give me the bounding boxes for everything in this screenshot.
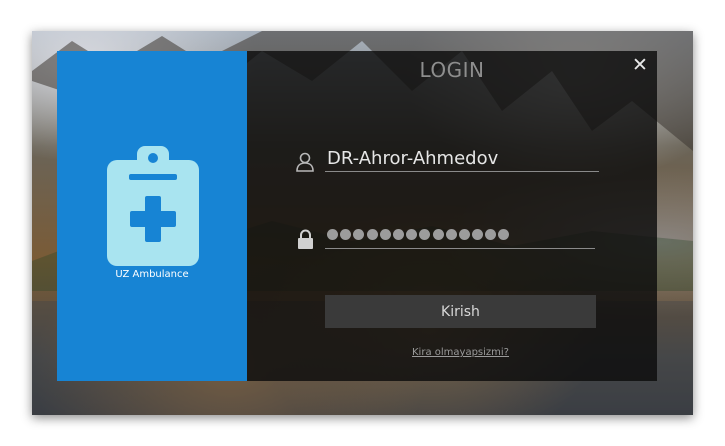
- medical-clipboard-icon: [107, 146, 199, 266]
- password-dot: [366, 229, 378, 240]
- password-dot: [392, 229, 404, 240]
- login-button[interactable]: Kirish: [325, 295, 596, 328]
- user-icon: [296, 152, 314, 172]
- password-dot: [327, 229, 338, 240]
- password-dot: [472, 229, 484, 240]
- password-dot: [379, 229, 391, 240]
- page-title: LOGIN: [419, 58, 485, 82]
- password-dot: [458, 229, 470, 240]
- password-dot: [353, 229, 365, 240]
- brand-panel: UZ Ambulance: [57, 51, 247, 381]
- login-form-panel: LOGIN ✕ Kirish Kira olmayapsizmi?: [247, 51, 657, 381]
- password-dot: [432, 229, 444, 240]
- password-mask: [327, 229, 512, 243]
- close-button[interactable]: ✕: [631, 56, 649, 75]
- password-dot: [340, 229, 352, 240]
- brand-name: UZ Ambulance: [115, 269, 189, 280]
- lock-icon: [298, 229, 313, 249]
- password-dot: [445, 229, 457, 240]
- password-dot: [485, 229, 497, 240]
- username-field[interactable]: [325, 145, 599, 172]
- password-dot: [419, 229, 431, 240]
- login-dialog: UZ Ambulance LOGIN ✕ Kirish Kira olmayap…: [57, 51, 657, 381]
- password-dot: [498, 229, 510, 240]
- forgot-password-link[interactable]: Kira olmayapsizmi?: [325, 347, 596, 358]
- password-field[interactable]: [325, 224, 595, 249]
- password-dot: [406, 229, 418, 240]
